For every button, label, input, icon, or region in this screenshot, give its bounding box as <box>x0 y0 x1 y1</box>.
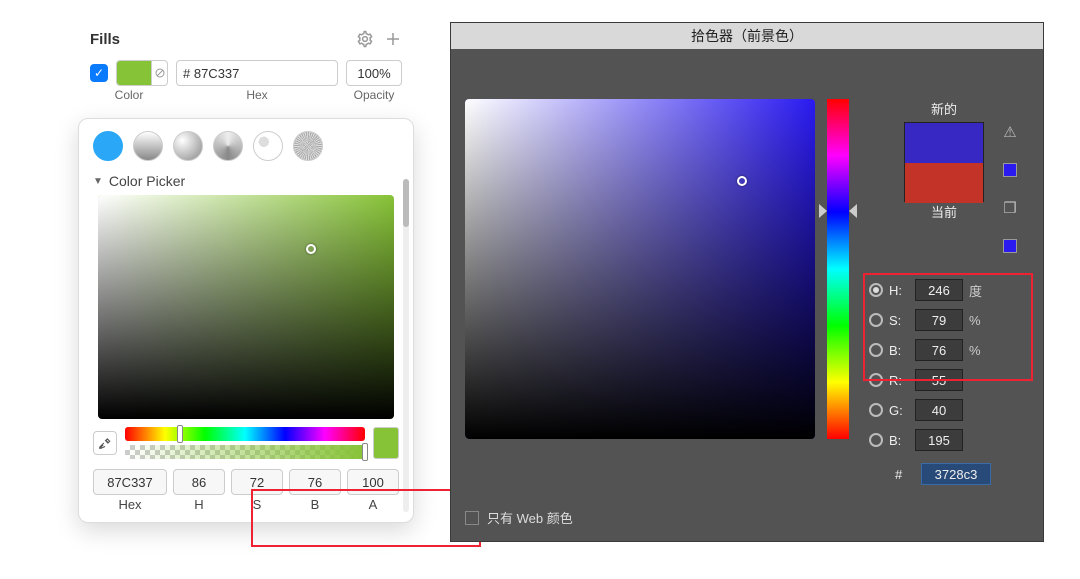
color-picker-title: Color Picker <box>109 173 185 189</box>
value-s[interactable]: 79 <box>915 309 963 331</box>
current-label: 当前 <box>871 202 1017 221</box>
hue-arrow-right-icon <box>849 204 857 218</box>
warning-swatch-2[interactable] <box>1003 239 1017 253</box>
hue-arrow-left-icon <box>819 204 827 218</box>
value-g[interactable]: 40 <box>915 399 963 421</box>
blend-icon[interactable] <box>151 61 167 85</box>
color-picker-header[interactable]: ▼ Color Picker <box>89 171 403 195</box>
label-b2: B: <box>889 433 909 448</box>
warning-swatch-1[interactable] <box>1003 163 1017 177</box>
fill-row: ✓ # 87C337 100% <box>78 56 414 86</box>
s-value-input[interactable]: 72 <box>231 469 283 495</box>
fill-mode-row <box>89 129 403 171</box>
sketch-fills-panel: Fills ✓ # 87C337 100% Color Hex Opacity <box>78 22 414 110</box>
radio-s[interactable] <box>869 313 883 327</box>
ps-row-s: S: 79 % <box>869 309 1029 331</box>
mode-noise-icon[interactable] <box>293 131 323 161</box>
sb-cursor[interactable] <box>306 244 316 254</box>
ps-new-current: 新的 当前 ⚠ ❒ <box>871 99 1017 225</box>
b-label: B <box>289 497 341 512</box>
result-swatch <box>373 427 399 459</box>
label-opacity: Opacity <box>346 88 402 102</box>
radio-g[interactable] <box>869 403 883 417</box>
hex-label: Hex <box>93 497 167 512</box>
web-only-checkbox[interactable]: 只有 Web 颜色 <box>465 508 573 527</box>
ps-row-b: B: 76 % <box>869 339 1029 361</box>
gear-icon[interactable] <box>356 30 374 48</box>
value-h[interactable]: 246 <box>915 279 963 301</box>
ps-sb-field[interactable] <box>465 99 815 439</box>
fill-hex-input[interactable]: # 87C337 <box>176 60 338 86</box>
fill-swatch-color <box>117 61 151 85</box>
ps-titlebar[interactable]: 拾色器（前景色） <box>451 23 1043 49</box>
ps-row-b2: B: 195 <box>869 429 1029 451</box>
fill-opacity-input[interactable]: 100% <box>346 60 402 86</box>
eyedropper-button[interactable] <box>93 431 117 455</box>
ps-hex-row: # 3728c3 <box>869 463 1029 485</box>
ps-row-g: G: 40 <box>869 399 1029 421</box>
alpha-slider[interactable] <box>125 445 365 459</box>
label-r: R: <box>889 373 909 388</box>
value-row: 87C337 86 72 76 100 <box>89 469 403 495</box>
value-b2[interactable]: 195 <box>915 429 963 451</box>
a-value-input[interactable]: 100 <box>347 469 399 495</box>
saturation-brightness-field[interactable] <box>98 195 394 419</box>
value-r[interactable]: 55 <box>915 369 963 391</box>
fills-header: Fills <box>78 22 414 56</box>
label-h: H: <box>889 283 909 298</box>
ps-row-h: H: 246 度 <box>869 279 1029 301</box>
ps-hex-input[interactable]: 3728c3 <box>921 463 991 485</box>
radio-b2[interactable] <box>869 433 883 447</box>
h-label: H <box>173 497 225 512</box>
gamut-warning-icon[interactable]: ⚠ <box>1003 123 1016 141</box>
b-value-input[interactable]: 76 <box>289 469 341 495</box>
radio-h[interactable] <box>869 283 883 297</box>
ps-row-r: R: 55 <box>869 369 1029 391</box>
mode-image-icon[interactable] <box>253 131 283 161</box>
ps-inputs: H: 246 度 S: 79 % B: 76 % R: 55 <box>869 279 1029 485</box>
new-color-swatch <box>905 123 983 163</box>
unit-b: % <box>969 343 987 358</box>
mode-radial-gradient-icon[interactable] <box>173 131 203 161</box>
radio-b[interactable] <box>869 343 883 357</box>
photoshop-color-picker: 拾色器（前景色） 新的 当前 ⚠ ❒ H: <box>450 22 1044 542</box>
value-b[interactable]: 76 <box>915 339 963 361</box>
label-b: B: <box>889 343 909 358</box>
fill-swatch-button[interactable] <box>116 60 168 86</box>
hex-prefix: # <box>895 467 915 482</box>
mode-linear-gradient-icon[interactable] <box>133 131 163 161</box>
label-g: G: <box>889 403 909 418</box>
mode-solid-icon[interactable] <box>93 131 123 161</box>
fill-row-labels: Color Hex Opacity <box>78 86 414 110</box>
unit-h: 度 <box>969 281 987 300</box>
label-hex: Hex <box>168 88 346 102</box>
web-only-label: 只有 Web 颜色 <box>487 508 573 527</box>
a-label: A <box>347 497 399 512</box>
current-color-swatch <box>905 163 983 203</box>
fills-title: Fills <box>90 31 120 48</box>
ps-hue-column[interactable] <box>827 99 849 439</box>
radio-r[interactable] <box>869 373 883 387</box>
label-s: S: <box>889 313 909 328</box>
popover-scrollbar[interactable] <box>403 179 409 512</box>
ps-title: 拾色器（前景色） <box>691 26 803 46</box>
watermark: AAA教育 <box>1008 554 1072 575</box>
new-label: 新的 <box>871 99 1017 118</box>
checkbox-icon[interactable] <box>465 511 479 525</box>
unit-s: % <box>969 313 987 328</box>
ps-sb-cursor[interactable] <box>737 176 747 186</box>
h-value-input[interactable]: 86 <box>173 469 225 495</box>
label-color: Color <box>90 88 168 102</box>
s-label: S <box>231 497 283 512</box>
color-picker-popover: ▼ Color Picker 87C337 86 72 76 100 Hex H… <box>78 118 414 523</box>
hue-slider[interactable] <box>125 427 365 441</box>
fill-enabled-checkbox[interactable]: ✓ <box>90 64 108 82</box>
disclosure-triangle-icon[interactable]: ▼ <box>93 176 103 187</box>
cube-icon[interactable]: ❒ <box>1003 199 1016 217</box>
plus-icon[interactable] <box>384 30 402 48</box>
hex-value-input[interactable]: 87C337 <box>93 469 167 495</box>
new-current-swatch[interactable] <box>904 122 984 202</box>
mode-angular-gradient-icon[interactable] <box>213 131 243 161</box>
